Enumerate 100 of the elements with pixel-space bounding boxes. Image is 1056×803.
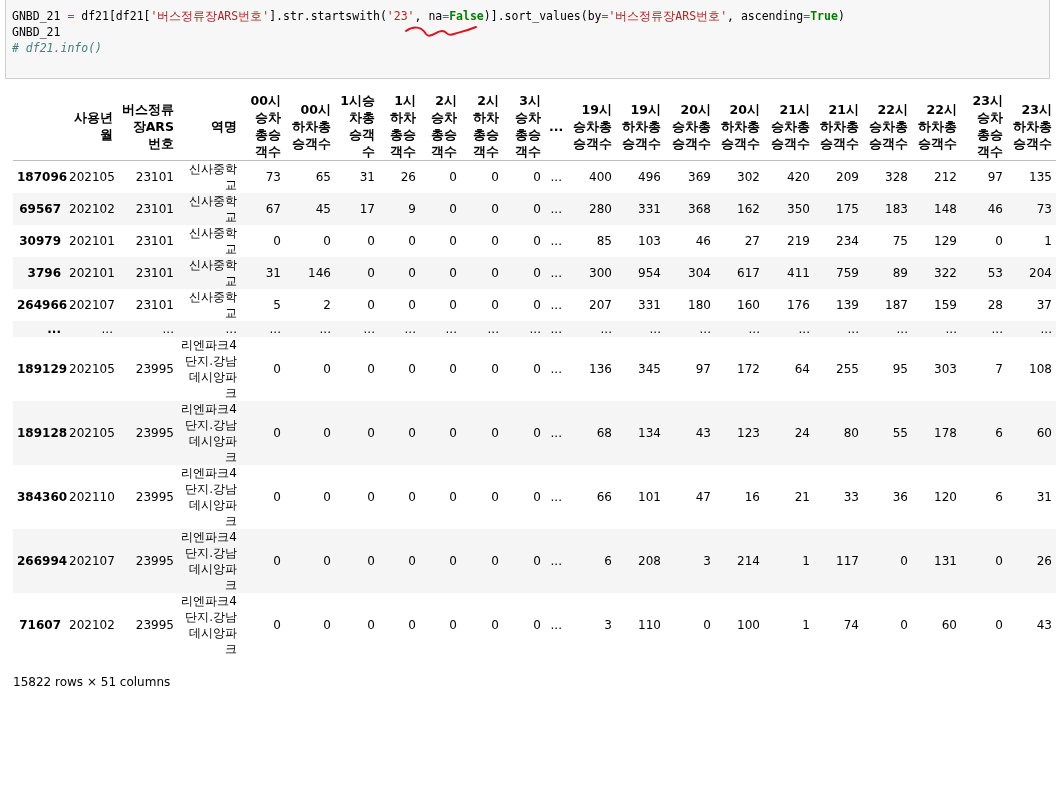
- table-cell: 117: [814, 529, 863, 593]
- table-cell: ...: [379, 321, 420, 337]
- column-header: 00시하차총승객수: [285, 92, 335, 161]
- table-cell: 0: [420, 257, 461, 289]
- table-cell: 368: [665, 193, 715, 225]
- table-cell: 5: [241, 289, 285, 321]
- row-index: 189129: [13, 337, 65, 401]
- table-cell: ...: [715, 321, 764, 337]
- table-cell: 202102: [65, 593, 117, 657]
- table-cell: 60: [912, 593, 961, 657]
- table-cell: 신사중학교: [178, 160, 241, 193]
- table-cell: ...: [461, 321, 503, 337]
- table-cell: ...: [545, 160, 566, 193]
- table-cell: 120: [912, 465, 961, 529]
- table-cell: ...: [335, 321, 379, 337]
- table-cell: 0: [503, 401, 545, 465]
- table-cell: 64: [764, 337, 814, 401]
- table-cell: 0: [335, 337, 379, 401]
- row-index: ...: [13, 321, 65, 337]
- table-cell: 31: [241, 257, 285, 289]
- table-cell: 23101: [117, 193, 178, 225]
- table-cell: 204: [1007, 257, 1056, 289]
- table-cell: 345: [616, 337, 665, 401]
- column-header: 2시승차총승객수: [420, 92, 461, 161]
- table-cell: 207: [566, 289, 616, 321]
- table-cell: 0: [379, 337, 420, 401]
- table-cell: 303: [912, 337, 961, 401]
- table-cell: 36: [863, 465, 912, 529]
- row-index: 384360: [13, 465, 65, 529]
- table-cell: ...: [863, 321, 912, 337]
- table-cell: 16: [715, 465, 764, 529]
- table-cell: ...: [814, 321, 863, 337]
- table-cell: 176: [764, 289, 814, 321]
- table-cell: 411: [764, 257, 814, 289]
- table-cell: 60: [1007, 401, 1056, 465]
- column-header: 1시승차총승객수: [335, 92, 379, 161]
- table-cell: ...: [545, 321, 566, 337]
- table-cell: 304: [665, 257, 715, 289]
- table-cell: 27: [715, 225, 764, 257]
- table-cell: 0: [241, 529, 285, 593]
- table-cell: 0: [461, 337, 503, 401]
- table-cell: 리엔파크4단지.강남데시앙파크: [178, 593, 241, 657]
- table-cell: ...: [545, 337, 566, 401]
- table-cell: 0: [379, 289, 420, 321]
- table-cell: 328: [863, 160, 912, 193]
- table-cell: 89: [863, 257, 912, 289]
- column-header: 1시하차총승객수: [379, 92, 420, 161]
- table-cell: 97: [961, 160, 1007, 193]
- table-cell: 108: [1007, 337, 1056, 401]
- table-cell: ...: [117, 321, 178, 337]
- table-cell: 6: [566, 529, 616, 593]
- table-cell: 131: [912, 529, 961, 593]
- table-cell: 2: [285, 289, 335, 321]
- table-cell: 28: [961, 289, 1007, 321]
- table-cell: 신사중학교: [178, 225, 241, 257]
- table-cell: 136: [566, 337, 616, 401]
- code-line: GNBD_21: [12, 24, 61, 40]
- table-cell: 0: [503, 529, 545, 593]
- table-cell: ...: [545, 193, 566, 225]
- table-cell: 400: [566, 160, 616, 193]
- table-cell: 66: [566, 465, 616, 529]
- table-cell: 97: [665, 337, 715, 401]
- table-cell: 0: [961, 529, 1007, 593]
- table-cell: 46: [961, 193, 1007, 225]
- table-cell: 45: [285, 193, 335, 225]
- table-cell: ...: [65, 321, 117, 337]
- table-cell: 0: [241, 593, 285, 657]
- table-cell: 23995: [117, 337, 178, 401]
- table-cell: 0: [379, 529, 420, 593]
- table-cell: 0: [461, 225, 503, 257]
- table-cell: 0: [379, 593, 420, 657]
- table-cell: 209: [814, 160, 863, 193]
- table-cell: 0: [461, 289, 503, 321]
- table-cell: 322: [912, 257, 961, 289]
- table-cell: 0: [461, 401, 503, 465]
- code-cell[interactable]: GNBD_21 = df21[df21['버스정류장ARS번호'].str.startswith('23', na=False)].sort_values(by='버스정류장ARS번호', ascending=True) GNBD_21 # df21.info(): [5, 0, 1050, 79]
- column-header: 역명: [178, 92, 241, 161]
- table-cell: 187: [863, 289, 912, 321]
- table-cell: 148: [912, 193, 961, 225]
- row-index: 264966: [13, 289, 65, 321]
- table-cell: 23101: [117, 225, 178, 257]
- table-cell: 80: [814, 401, 863, 465]
- table-cell: 73: [1007, 193, 1056, 225]
- table-cell: 7: [961, 337, 1007, 401]
- table-cell: 134: [616, 401, 665, 465]
- table-cell: 178: [912, 401, 961, 465]
- table-cell: ...: [545, 401, 566, 465]
- table-cell: 신사중학교: [178, 193, 241, 225]
- table-cell: ...: [285, 321, 335, 337]
- table-cell: 0: [503, 593, 545, 657]
- column-header: 2시하차총승객수: [461, 92, 503, 161]
- table-cell: 954: [616, 257, 665, 289]
- table-cell: 0: [285, 337, 335, 401]
- table-cell: 6: [961, 401, 1007, 465]
- table-cell: ...: [545, 225, 566, 257]
- table-cell: 300: [566, 257, 616, 289]
- table-cell: 9: [379, 193, 420, 225]
- table-cell: 496: [616, 160, 665, 193]
- table-cell: 0: [503, 225, 545, 257]
- row-index: 71607: [13, 593, 65, 657]
